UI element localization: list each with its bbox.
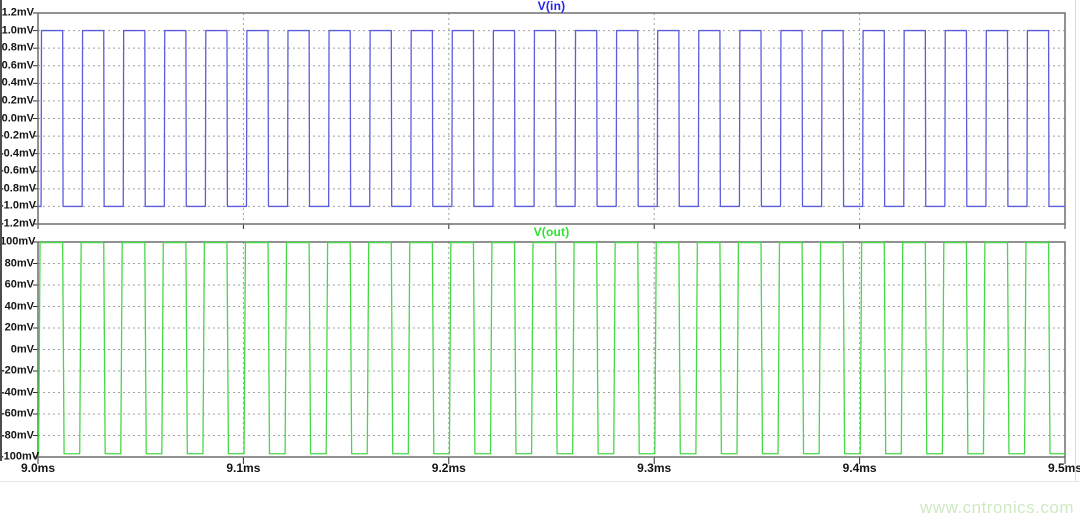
y-tick-label: 1.2mV xyxy=(0,8,34,19)
y-tick-label: 0.4mV xyxy=(0,78,34,89)
y-tick-label: -0.4mV xyxy=(0,148,34,159)
trace-title-vout: V(out) xyxy=(38,226,1065,239)
y-tick-label: -0.8mV xyxy=(0,183,34,194)
y-tick-label: -60mV xyxy=(0,409,34,420)
y-tick-label: 80mV xyxy=(0,258,34,269)
plot-canvas[interactable] xyxy=(0,0,1080,527)
x-tick-label: 9.4ms xyxy=(843,462,877,475)
y-tick-label: -1.2mV xyxy=(0,219,34,230)
y-tick-label: 1.0mV xyxy=(0,25,34,36)
y-tick-label: -40mV xyxy=(0,387,34,398)
pane-vin xyxy=(33,13,1065,229)
pane-vout xyxy=(33,242,1065,464)
y-tick-label: 0.6mV xyxy=(0,60,34,71)
y-tick-label: -0.6mV xyxy=(0,166,34,177)
watermark-text: www.cntronics.com xyxy=(920,498,1074,518)
x-tick-label: 9.1ms xyxy=(226,462,260,475)
x-tick-label: 9.3ms xyxy=(637,462,671,475)
y-tick-label: -80mV xyxy=(0,430,34,441)
trace-title-vin: V(in) xyxy=(38,0,1065,13)
pane-border xyxy=(38,242,1065,457)
y-tick-label: -20mV xyxy=(0,366,34,377)
y-tick-label: 0.0mV xyxy=(0,113,34,124)
y-tick-label: 0.8mV xyxy=(0,43,34,54)
x-tick-label: 9.0ms xyxy=(21,462,55,475)
window-left-border xyxy=(0,0,2,461)
trace-vin xyxy=(38,31,1065,207)
window-right-border xyxy=(1075,0,1076,481)
x-tick-label: 9.2ms xyxy=(432,462,466,475)
y-tick-label: 20mV xyxy=(0,323,34,334)
y-tick-label: 0mV xyxy=(0,344,34,355)
trace-vout xyxy=(38,243,1065,454)
y-tick-label: -1.0mV xyxy=(0,201,34,212)
y-tick-label: -0.2mV xyxy=(0,131,34,142)
pane-border xyxy=(38,13,1065,224)
ltspice-waveform-viewer: V(in) V(out) 1.2mV 1.0mV 0.8mV 0.6mV 0.4mV 0.… xyxy=(0,0,1080,527)
y-tick-label: 40mV xyxy=(0,301,34,312)
y-tick-label: 100mV xyxy=(0,237,34,248)
plot-bottom-edge xyxy=(0,481,1080,482)
y-tick-label: 60mV xyxy=(0,280,34,291)
y-tick-label: 0.2mV xyxy=(0,95,34,106)
